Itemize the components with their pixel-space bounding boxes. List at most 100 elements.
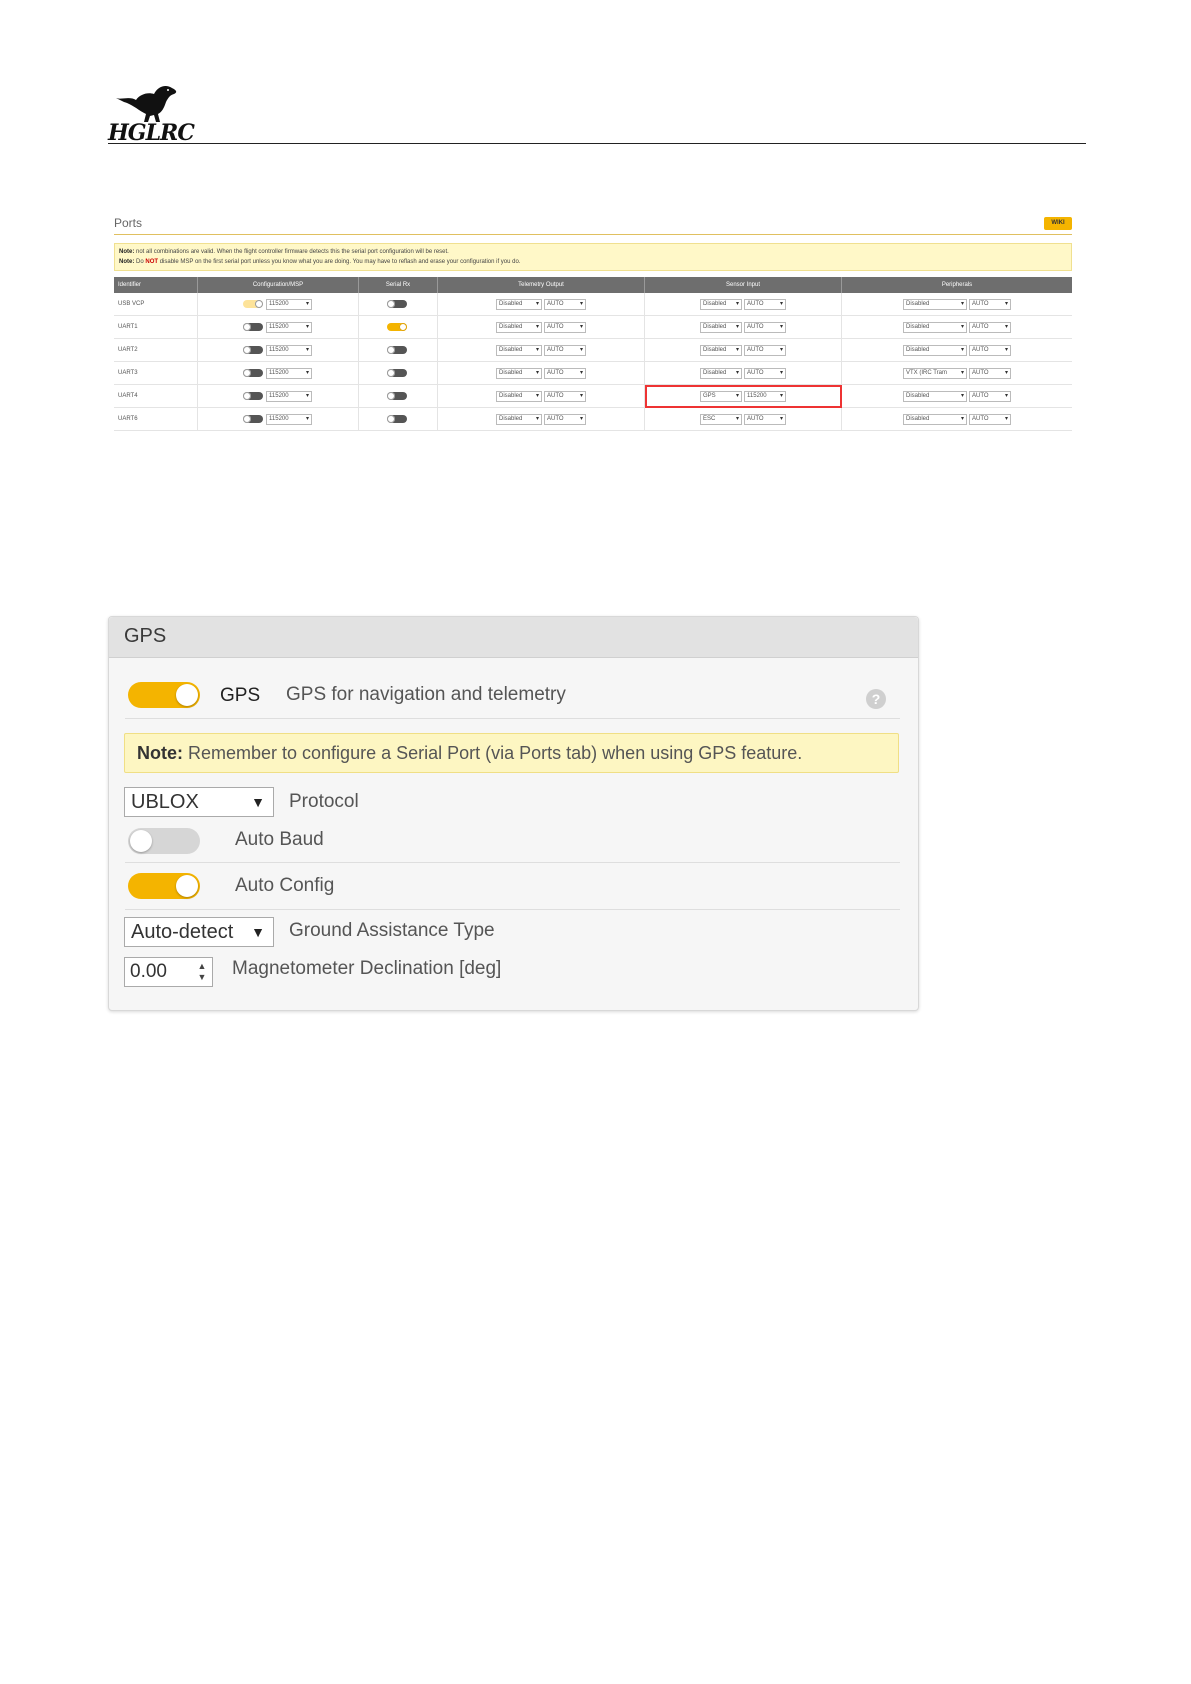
protocol-value: UBLOX [131,791,199,813]
serial-rx-toggle[interactable] [387,392,407,400]
telemetry-cell: DisabledAUTO [437,384,645,408]
telemetry-baud-select[interactable]: AUTO [544,413,586,425]
telemetry-baud-select[interactable]: AUTO [544,298,586,310]
peripherals-baud-select[interactable]: AUTO [969,321,1011,333]
sensor-input-cell: DisabledAUTO [644,293,842,316]
mag-declination-input[interactable]: 0.00 ▲ ▼ [124,957,213,987]
serial-rx-toggle[interactable] [387,300,407,308]
col-sensor-input: Sensor Input [644,277,842,293]
peripherals-baud-select[interactable]: AUTO [969,413,1011,425]
sensor-baud-select[interactable]: 115200 [744,390,786,402]
sensor-select[interactable]: GPS [700,390,742,402]
msp-baud-select[interactable]: 115200 [266,367,312,379]
msp-baud-select[interactable]: 115200 [266,344,312,356]
ground-assistance-value: Auto-detect [131,921,234,943]
sensor-select[interactable]: Disabled [700,321,742,333]
ports-panel: Ports WIKI Note: not all combinations ar… [114,214,1072,431]
telemetry-cell: DisabledAUTO [437,315,645,339]
ground-assistance-select[interactable]: Auto-detect ▼ [124,917,274,947]
peripherals-select[interactable]: VTX (IRC Tram [903,367,967,379]
telemetry-select[interactable]: Disabled [496,321,542,333]
msp-toggle[interactable] [243,392,263,400]
msp-baud-select[interactable]: 115200 [266,390,312,402]
telemetry-cell: DisabledAUTO [437,407,645,431]
table-row: UART1115200DisabledAUTODisabledAUTODisab… [114,315,1072,339]
peripherals-select[interactable]: Disabled [903,413,967,425]
col-configuration-msp: Configuration/MSP [197,277,359,293]
msp-baud-select[interactable]: 115200 [266,298,312,310]
port-identifier: USB VCP [114,293,198,316]
sensor-select[interactable]: Disabled [700,298,742,310]
telemetry-baud-select[interactable]: AUTO [544,344,586,356]
spinner-arrows-icon[interactable]: ▲ ▼ [196,961,208,983]
peripherals-select[interactable]: Disabled [903,298,967,310]
telemetry-baud-select[interactable]: AUTO [544,390,586,402]
msp-baud-select[interactable]: 115200 [266,413,312,425]
port-identifier: UART1 [114,315,198,339]
peripherals-select[interactable]: Disabled [903,321,967,333]
sensor-select[interactable]: Disabled [700,344,742,356]
peripherals-baud-select[interactable]: AUTO [969,344,1011,356]
serial-rx-cell [358,384,438,408]
peripherals-baud-select[interactable]: AUTO [969,298,1011,310]
dropdown-arrow-icon: ▼ [251,794,265,810]
auto-config-toggle[interactable] [128,873,200,899]
gps-feature-description: GPS for navigation and telemetry [286,684,566,705]
port-identifier: UART6 [114,407,198,431]
serial-rx-cell [358,315,438,339]
msp-toggle[interactable] [243,346,263,354]
help-icon[interactable]: ? [866,689,886,709]
toggle-knob [130,830,152,852]
configuration-msp-cell: 115200 [197,338,359,362]
serial-rx-toggle[interactable] [387,346,407,354]
table-row: UART3115200DisabledAUTODisabledAUTOVTX (… [114,361,1072,385]
serial-rx-toggle[interactable] [387,415,407,423]
msp-toggle[interactable] [243,300,263,308]
col-serial-rx: Serial Rx [358,277,438,293]
gps-feature-toggle[interactable] [128,682,200,708]
sensor-input-cell: DisabledAUTO [644,361,842,385]
sensor-baud-select[interactable]: AUTO [744,344,786,356]
auto-baud-toggle[interactable] [128,828,200,854]
telemetry-select[interactable]: Disabled [496,367,542,379]
protocol-select[interactable]: UBLOX ▼ [124,787,274,817]
peripherals-cell: DisabledAUTO [841,384,1072,408]
sensor-select[interactable]: Disabled [700,367,742,379]
sensor-baud-select[interactable]: AUTO [744,413,786,425]
wiki-button[interactable]: WIKI [1044,217,1072,230]
telemetry-select[interactable]: Disabled [496,344,542,356]
msp-toggle[interactable] [243,369,263,377]
peripherals-baud-select[interactable]: AUTO [969,367,1011,379]
telemetry-select[interactable]: Disabled [496,390,542,402]
serial-rx-toggle[interactable] [387,323,407,331]
configuration-msp-cell: 115200 [197,407,359,431]
table-row: UART6115200DisabledAUTOESCAUTODisabledAU… [114,407,1072,431]
sensor-input-cell: DisabledAUTO [644,315,842,339]
peripherals-baud-select[interactable]: AUTO [969,390,1011,402]
msp-toggle[interactable] [243,323,263,331]
col-peripherals: Peripherals [841,277,1072,293]
peripherals-select[interactable]: Disabled [903,390,967,402]
header-divider [108,143,1086,144]
telemetry-select[interactable]: Disabled [496,413,542,425]
configuration-msp-cell: 115200 [197,361,359,385]
port-identifier: UART3 [114,361,198,385]
sensor-baud-select[interactable]: AUTO [744,298,786,310]
sensor-baud-select[interactable]: AUTO [744,321,786,333]
telemetry-baud-select[interactable]: AUTO [544,321,586,333]
telemetry-cell: DisabledAUTO [437,293,645,316]
telemetry-baud-select[interactable]: AUTO [544,367,586,379]
col-identifier: Identifier [114,277,198,293]
sensor-select[interactable]: ESC [700,413,742,425]
telemetry-cell: DisabledAUTO [437,361,645,385]
gps-panel: GPS GPS GPS for navigation and telemetry… [108,616,919,1011]
peripherals-select[interactable]: Disabled [903,344,967,356]
table-row: UART2115200DisabledAUTODisabledAUTODisab… [114,338,1072,362]
msp-baud-select[interactable]: 115200 [266,321,312,333]
telemetry-select[interactable]: Disabled [496,298,542,310]
msp-toggle[interactable] [243,415,263,423]
sensor-baud-select[interactable]: AUTO [744,367,786,379]
serial-rx-toggle[interactable] [387,369,407,377]
protocol-label: Protocol [289,791,359,812]
peripherals-cell: DisabledAUTO [841,338,1072,362]
